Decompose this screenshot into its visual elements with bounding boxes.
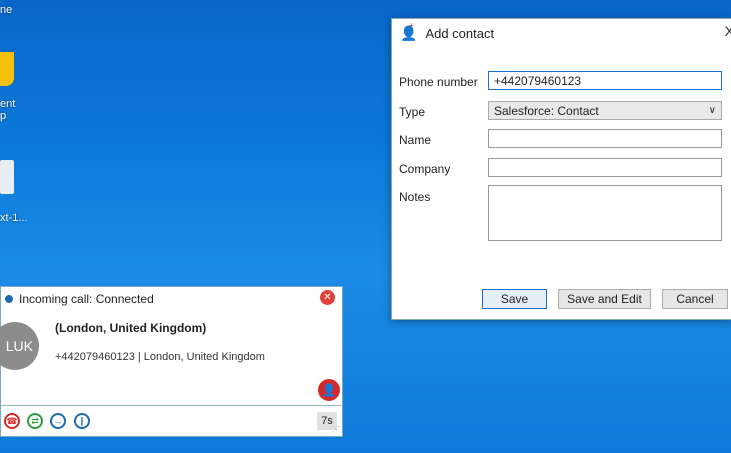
add-person-icon: 👤 + bbox=[400, 21, 418, 41]
add-contact-window: 👤 + Add contact X Phone number +442079460… bbox=[391, 18, 731, 320]
phone-label: Phone number bbox=[399, 75, 478, 89]
desktop-top-label: ne bbox=[0, 4, 13, 16]
resize-grip-icon[interactable]: ⋰ bbox=[332, 425, 340, 434]
document-icon[interactable] bbox=[0, 160, 14, 194]
phone-number-field[interactable]: +442079460123 bbox=[488, 71, 722, 90]
call-status-icon bbox=[5, 295, 13, 303]
incoming-call-panel: Incoming call: Connected ✕ LUK (London, … bbox=[0, 286, 343, 437]
notes-field[interactable] bbox=[488, 185, 722, 241]
desktop-icon-label[interactable]: ent p bbox=[0, 98, 15, 122]
caller-name: (London, United Kingdom) bbox=[55, 321, 207, 335]
shield-icon[interactable] bbox=[0, 52, 14, 86]
window-title-text: Add contact bbox=[425, 26, 495, 41]
chevron-down-icon: ∨ bbox=[708, 105, 716, 116]
save-button[interactable]: Save bbox=[482, 289, 547, 309]
hangup-icon[interactable]: ☎ bbox=[4, 413, 20, 429]
notes-label: Notes bbox=[399, 190, 431, 204]
company-field[interactable] bbox=[488, 158, 722, 177]
close-icon[interactable]: X bbox=[725, 23, 731, 39]
add-contact-icon[interactable]: 👤 bbox=[318, 379, 340, 401]
pause-icon[interactable]: ∥ bbox=[74, 413, 90, 429]
type-select[interactable]: Salesforce: Contact ∨ bbox=[488, 101, 722, 120]
caller-info: +442079460123 | London, United Kingdom bbox=[55, 351, 265, 363]
forward-icon[interactable]: → bbox=[50, 413, 66, 429]
call-title: Incoming call: Connected bbox=[5, 292, 154, 306]
window-title: 👤 + Add contact bbox=[400, 21, 495, 42]
type-label: Type bbox=[399, 105, 426, 119]
divider bbox=[1, 405, 342, 406]
transfer-icon[interactable]: ⇄ bbox=[27, 413, 43, 429]
cancel-button[interactable]: Cancel bbox=[662, 289, 728, 309]
name-field[interactable] bbox=[488, 129, 722, 148]
desktop-icon-label[interactable]: xt-1... bbox=[0, 212, 28, 224]
company-label: Company bbox=[399, 162, 451, 176]
call-title-text: Incoming call: Connected bbox=[19, 292, 154, 306]
close-icon[interactable]: ✕ bbox=[320, 290, 335, 305]
name-label: Name bbox=[399, 133, 432, 147]
type-select-value: Salesforce: Contact bbox=[494, 103, 599, 118]
avatar: LUK bbox=[0, 322, 39, 370]
save-and-edit-button[interactable]: Save and Edit bbox=[558, 289, 651, 309]
